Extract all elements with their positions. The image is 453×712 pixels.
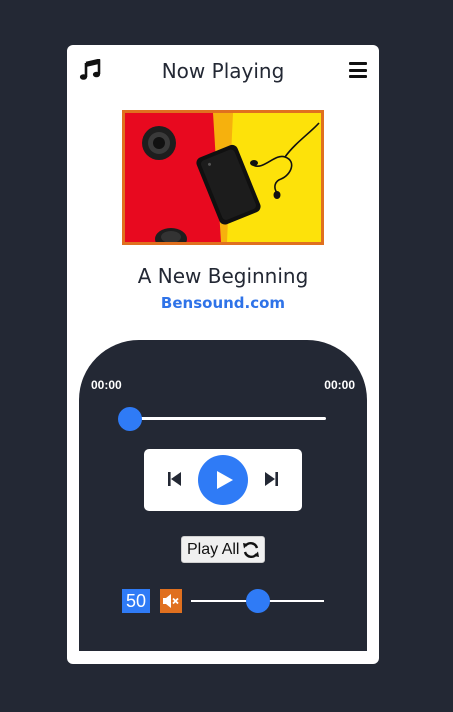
player-card: Now Playing A New Beginning Bensound.com… <box>67 45 379 664</box>
artist-link[interactable]: Bensound.com <box>67 294 379 312</box>
seek-track[interactable] <box>128 417 326 420</box>
current-time: 00:00 <box>91 378 122 392</box>
header: Now Playing <box>67 45 379 99</box>
hamburger-menu-icon[interactable] <box>349 62 367 78</box>
skip-previous-icon[interactable] <box>168 471 182 487</box>
seek-thumb[interactable] <box>118 407 142 431</box>
player-panel: 00:00 00:00 Play All 50 <box>79 340 367 651</box>
play-all-button[interactable]: Play All <box>181 536 266 563</box>
play-all-label: Play All <box>187 540 240 558</box>
mute-button[interactable] <box>160 589 182 613</box>
page-title: Now Playing <box>161 59 285 83</box>
total-time: 00:00 <box>324 378 355 392</box>
repeat-icon <box>243 541 260 558</box>
volume-thumb[interactable] <box>246 589 270 613</box>
volume-value: 50 <box>122 589 150 613</box>
track-title: A New Beginning <box>137 264 309 288</box>
play-icon <box>217 471 233 489</box>
playback-controls <box>144 449 302 511</box>
skip-next-icon[interactable] <box>264 471 278 487</box>
volume-slider[interactable] <box>191 589 326 613</box>
play-button[interactable] <box>198 455 248 505</box>
album-art <box>122 110 324 245</box>
seek-slider[interactable] <box>118 407 328 431</box>
volume-mute-icon <box>163 594 179 608</box>
